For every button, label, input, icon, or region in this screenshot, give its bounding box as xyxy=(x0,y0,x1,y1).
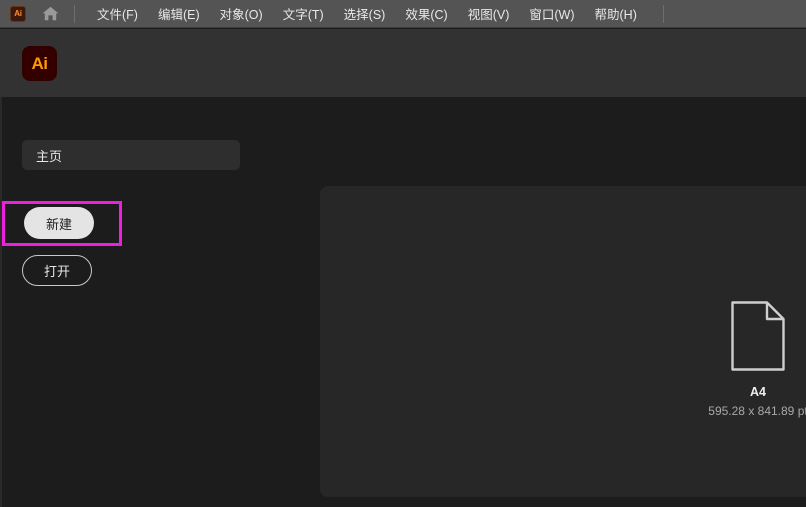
menu-item-window[interactable]: 窗口(W) xyxy=(519,1,584,26)
preset-name: A4 xyxy=(750,385,766,399)
illustrator-home-screen: Ai 文件(F) 编辑(E) 对象(O) 文字(T) 选择(S) 效果(C) 视… xyxy=(0,0,806,507)
app-header: Ai xyxy=(0,29,806,97)
menu-item-help[interactable]: 帮助(H) xyxy=(585,1,647,26)
home-icon[interactable] xyxy=(40,4,60,24)
preset-dimensions: 595.28 x 841.89 pt xyxy=(708,404,806,418)
menu-item-edit[interactable]: 编辑(E) xyxy=(148,1,210,26)
ai-app-icon[interactable]: Ai xyxy=(10,5,26,22)
new-button-label: 新建 xyxy=(45,216,72,232)
illustrator-logo: Ai xyxy=(22,46,57,81)
document-page-icon xyxy=(698,301,806,371)
menu-item-file[interactable]: 文件(F) xyxy=(87,1,148,26)
content-panel: A4 595.28 x 841.89 pt xyxy=(320,186,806,497)
ai-app-icon-label: Ai xyxy=(14,9,22,18)
menu-item-select[interactable]: 选择(S) xyxy=(334,1,396,26)
menu-items: 文件(F) 编辑(E) 对象(O) 文字(T) 选择(S) 效果(C) 视图(V… xyxy=(87,1,647,26)
illustrator-logo-label: Ai xyxy=(31,53,49,73)
open-button[interactable]: 打开 xyxy=(22,255,92,286)
menu-item-effect[interactable]: 效果(C) xyxy=(395,1,457,26)
menu-bar: Ai 文件(F) 编辑(E) 对象(O) 文字(T) 选择(S) 效果(C) 视… xyxy=(0,0,806,28)
menu-item-view[interactable]: 视图(V) xyxy=(458,1,520,26)
new-button[interactable]: 新建 xyxy=(24,207,94,239)
menu-separator-right xyxy=(662,4,664,23)
preset-card-a4[interactable]: A4 595.28 x 841.89 pt xyxy=(698,301,806,418)
menu-item-object[interactable]: 对象(O) xyxy=(210,1,273,26)
menu-separator-left xyxy=(74,4,75,23)
menu-item-type[interactable]: 文字(T) xyxy=(273,1,334,26)
sidebar-edge-divider xyxy=(0,97,2,507)
sidebar-item-home[interactable]: 主页 xyxy=(22,140,240,170)
open-button-label: 打开 xyxy=(43,264,70,279)
sidebar-item-home-label: 主页 xyxy=(36,148,63,164)
